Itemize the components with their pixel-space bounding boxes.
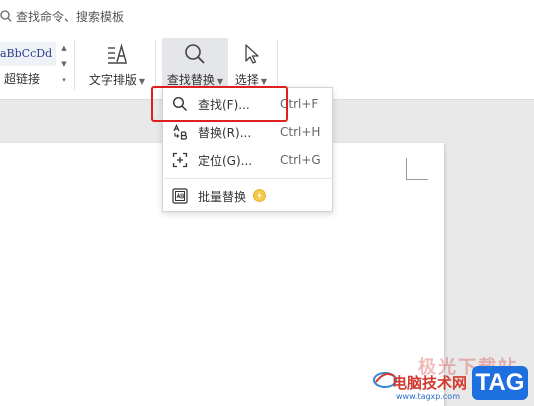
menu-item-shortcut: Ctrl+H bbox=[280, 125, 321, 139]
dropdown-caret-icon: ▼ bbox=[138, 77, 146, 86]
watermark-main-text: 电脑技术网 bbox=[392, 374, 468, 392]
expand-more-icon[interactable]: ▾ bbox=[58, 72, 70, 88]
watermark-url: www.tagxp.com bbox=[396, 392, 460, 401]
dropdown-caret-icon: ▼ bbox=[216, 77, 224, 86]
tag-logo: TAG bbox=[472, 366, 528, 400]
menu-item-shortcut: Ctrl+G bbox=[280, 153, 321, 167]
locate-icon bbox=[172, 152, 188, 168]
style-gallery-scroll[interactable]: ▲ ▼ ▾ bbox=[58, 40, 70, 88]
dropdown-caret-icon: ▼ bbox=[260, 77, 268, 86]
batch-replace-icon bbox=[172, 188, 188, 204]
text-layout-label: 文字排版 bbox=[88, 73, 137, 87]
search-icon bbox=[0, 9, 12, 23]
text-layout-icon bbox=[105, 38, 129, 66]
menu-item-label: 批量替换 bbox=[198, 189, 247, 204]
ribbon-divider bbox=[277, 40, 278, 90]
scroll-down-icon[interactable]: ▼ bbox=[58, 56, 70, 72]
find-replace-label: 查找替换 bbox=[166, 73, 215, 87]
ribbon-divider bbox=[155, 40, 156, 90]
style-gallery-preview[interactable]: aBbCcDd bbox=[0, 42, 56, 66]
replace-icon bbox=[172, 124, 188, 140]
menu-item-batch-replace[interactable]: 批量替换 bbox=[163, 182, 332, 210]
text-layout-button[interactable]: 文字排版 ▼ bbox=[86, 38, 148, 94]
menu-item-label: 定位(G)... bbox=[198, 153, 253, 168]
command-search[interactable]: 查找命令、搜索模板 bbox=[0, 6, 124, 26]
scroll-up-icon[interactable]: ▲ bbox=[58, 40, 70, 56]
menu-item-goto[interactable]: 定位(G)... Ctrl+G bbox=[163, 146, 332, 174]
select-label: 选择 bbox=[234, 73, 259, 87]
menu-item-label: 替换(R)... bbox=[198, 125, 252, 140]
menu-item-replace[interactable]: 替换(R)... Ctrl+H bbox=[163, 118, 332, 146]
premium-badge-icon bbox=[253, 189, 266, 202]
find-replace-icon bbox=[183, 38, 207, 66]
top-bar: 查找命令、搜索模板 bbox=[0, 0, 534, 34]
page-margin-corner-mark bbox=[406, 158, 428, 180]
cursor-arrow-icon bbox=[240, 38, 262, 66]
hyperlink-button[interactable]: 超链接 bbox=[4, 70, 40, 87]
command-search-label: 查找命令、搜索模板 bbox=[16, 9, 125, 24]
highlight-annotation bbox=[151, 86, 288, 122]
menu-separator bbox=[164, 178, 331, 179]
ribbon-divider bbox=[74, 40, 75, 90]
